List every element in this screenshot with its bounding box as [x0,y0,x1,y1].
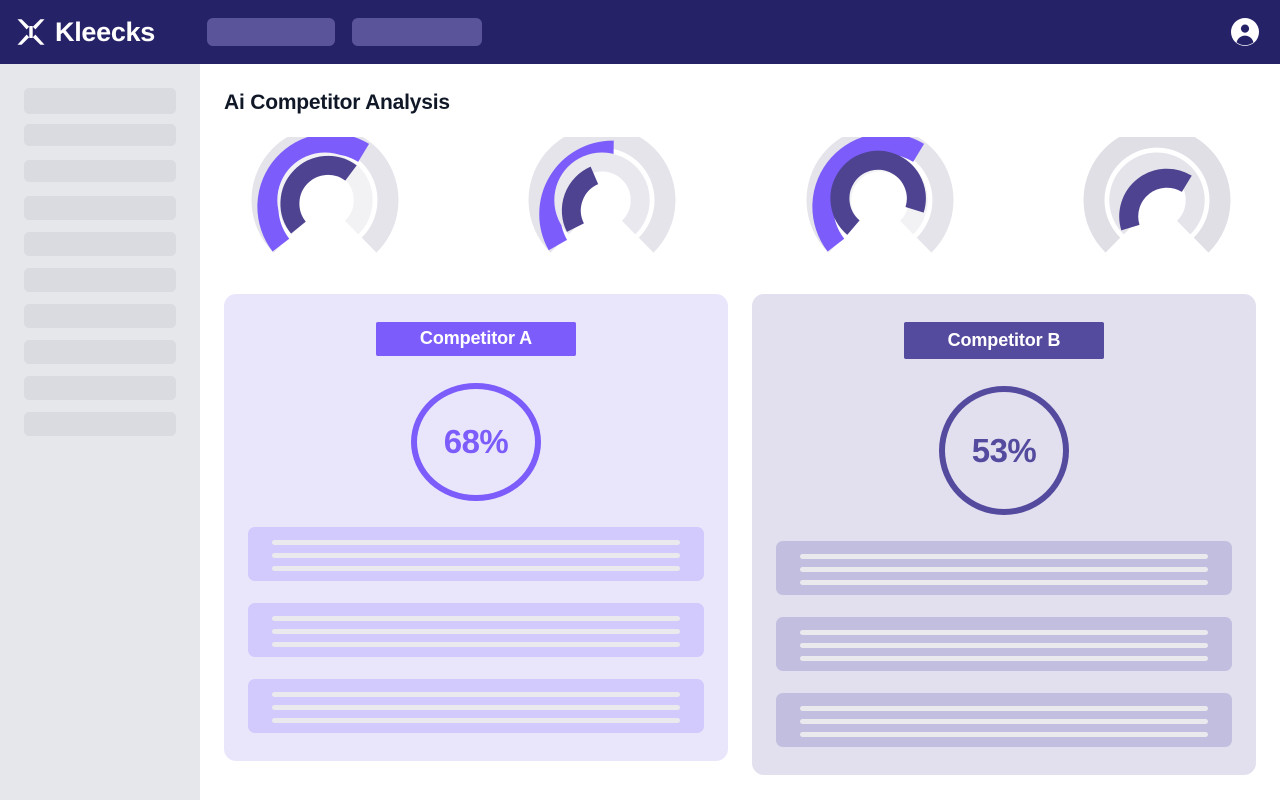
skeleton-line [272,692,680,698]
skeleton-line [800,656,1208,662]
sidebar-skeleton-item [24,88,176,114]
gauge-2 [528,137,676,253]
gauge-1 [251,137,399,253]
nav-placeholder-2[interactable] [351,18,482,46]
brand-logo[interactable]: Kleecks [16,12,155,52]
skeleton-line [800,719,1208,725]
skeleton-line [272,540,680,546]
skeleton-line [272,705,680,711]
skeleton-line [800,580,1208,586]
skeleton-line [800,630,1208,636]
sidebar-skeleton-item [24,232,176,256]
nav-placeholder-group [206,18,482,46]
page-title: Ai Competitor Analysis [224,91,450,114]
sidebar-skeleton-item [24,124,176,146]
competitor-a-chip[interactable]: Competitor A [376,322,576,356]
sidebar-skeleton-item [24,160,176,182]
sidebar-skeleton-item [24,376,176,400]
competitor-a-score-ring: 68% [411,382,541,502]
competitor-b-skeleton-list [776,541,1232,748]
competitor-a-card: Competitor A 68% [224,294,728,762]
skeleton-line [800,643,1208,649]
skeleton-block [248,527,704,582]
skeleton-line [272,642,680,648]
app-root: Kleecks Ai Competitor Analysis Competito… [0,0,1280,800]
sidebar-skeleton-item [24,304,176,328]
gauge-4 [1083,137,1231,253]
competitor-b-chip[interactable]: Competitor B [904,322,1104,359]
gauge-row [224,137,1256,267]
brand-name: Kleecks [55,16,155,47]
main-content: Ai Competitor Analysis Competitor A 68% … [200,64,1280,800]
sidebar-skeleton-item [24,412,176,436]
skeleton-line [272,616,680,622]
skeleton-line [272,718,680,724]
skeleton-block [776,693,1232,748]
user-account-icon[interactable] [1230,17,1260,47]
competitor-a-score-value: 68% [443,423,509,461]
skeleton-line [272,629,680,635]
skeleton-line [272,553,680,559]
skeleton-line [800,706,1208,712]
nav-placeholder-1[interactable] [206,18,335,46]
skeleton-block [248,679,704,734]
sidebar [0,64,200,800]
sidebar-skeleton-item [24,268,176,292]
skeleton-line [800,567,1208,573]
competitor-a-skeleton-list [248,527,704,734]
top-navigation-bar: Kleecks [0,0,1280,64]
competitor-b-score-ring: 53% [939,385,1069,516]
sidebar-skeleton-item [24,196,176,220]
skeleton-line [800,732,1208,738]
skeleton-block [248,603,704,658]
skeleton-line [272,566,680,572]
skeleton-line [800,554,1208,560]
gauge-3 [806,137,954,253]
competitor-b-card: Competitor B 53% [752,294,1256,776]
skeleton-block [776,617,1232,672]
skeleton-block [776,541,1232,596]
sidebar-skeleton-item [24,340,176,364]
kleecks-x-logo-icon [17,19,45,45]
competitor-b-score-value: 53% [971,432,1037,470]
competitor-cards: Competitor A 68% Competitor B 53% [224,294,1256,776]
